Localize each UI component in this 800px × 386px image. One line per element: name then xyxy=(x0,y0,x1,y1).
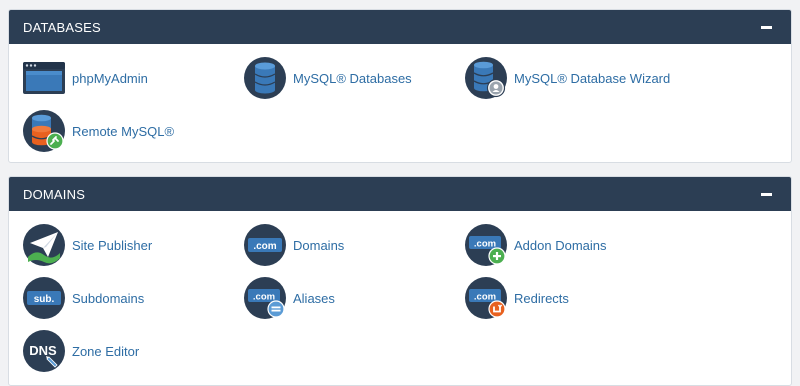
zone-editor-label: Zone Editor xyxy=(72,343,140,359)
remote-mysql-label: Remote MySQL® xyxy=(72,123,175,139)
com-badge-text: .com xyxy=(474,239,496,250)
mysql-database-wizard-icon xyxy=(465,57,507,99)
collapse-button[interactable] xyxy=(757,185,775,203)
domains-panel: DOMAINS Site Publisher .com Domains .com… xyxy=(8,176,792,386)
addon-domains-icon: .com xyxy=(465,224,507,266)
databases-panel-header[interactable]: DATABASES xyxy=(9,10,791,44)
com-badge-text: .com xyxy=(474,292,496,303)
remote-mysql-icon xyxy=(23,110,65,152)
mysql-databases-label: MySQL® Databases xyxy=(293,70,412,86)
subdomains-link[interactable]: sub. Subdomains xyxy=(22,276,144,320)
dns-badge-text: DNS xyxy=(29,343,57,358)
site-publisher-link[interactable]: Site Publisher xyxy=(22,223,152,267)
mysql-database-wizard-link[interactable]: MySQL® Database Wizard xyxy=(464,56,670,100)
site-publisher-label: Site Publisher xyxy=(72,237,153,253)
remote-mysql-link[interactable]: Remote MySQL® xyxy=(22,109,174,153)
domains-link[interactable]: .com Domains xyxy=(243,223,344,267)
site-publisher-icon xyxy=(23,224,65,266)
addon-domains-label: Addon Domains xyxy=(514,237,607,253)
phpmyadmin-link[interactable]: phpMyAdmin xyxy=(22,56,148,100)
aliases-link[interactable]: .com Aliases xyxy=(243,276,335,320)
panel-title: DATABASES xyxy=(23,19,101,35)
subdomains-label: Subdomains xyxy=(72,290,145,306)
panel-title: DOMAINS xyxy=(23,186,86,202)
databases-panel: DATABASES phpMyAdmin MySQL® Databases My… xyxy=(8,9,792,163)
addon-domains-link[interactable]: .com Addon Domains xyxy=(464,223,607,267)
sub-badge-text: sub. xyxy=(34,294,55,305)
zone-editor-link[interactable]: DNS Zone Editor xyxy=(22,329,139,373)
com-badge-text: .com xyxy=(253,292,275,303)
domains-panel-header[interactable]: DOMAINS xyxy=(9,177,791,211)
mysql-database-wizard-label: MySQL® Database Wizard xyxy=(514,70,671,86)
minus-icon xyxy=(760,192,772,196)
redirects-link[interactable]: .com Redirects xyxy=(464,276,569,320)
mysql-databases-link[interactable]: MySQL® Databases xyxy=(243,56,412,100)
minus-icon xyxy=(760,25,772,29)
domains-icon: .com xyxy=(244,224,286,266)
redirects-label: Redirects xyxy=(514,290,569,306)
redirects-icon: .com xyxy=(465,277,507,319)
com-badge-text: .com xyxy=(253,241,276,252)
aliases-icon: .com xyxy=(244,277,286,319)
phpmyadmin-label: phpMyAdmin xyxy=(72,70,148,86)
zone-editor-icon: DNS xyxy=(23,330,65,372)
collapse-button[interactable] xyxy=(757,18,775,36)
aliases-label: Aliases xyxy=(293,290,335,306)
domains-label: Domains xyxy=(293,237,345,253)
phpmyadmin-icon xyxy=(23,62,65,94)
mysql-databases-icon xyxy=(244,57,286,99)
subdomains-icon: sub. xyxy=(23,277,65,319)
